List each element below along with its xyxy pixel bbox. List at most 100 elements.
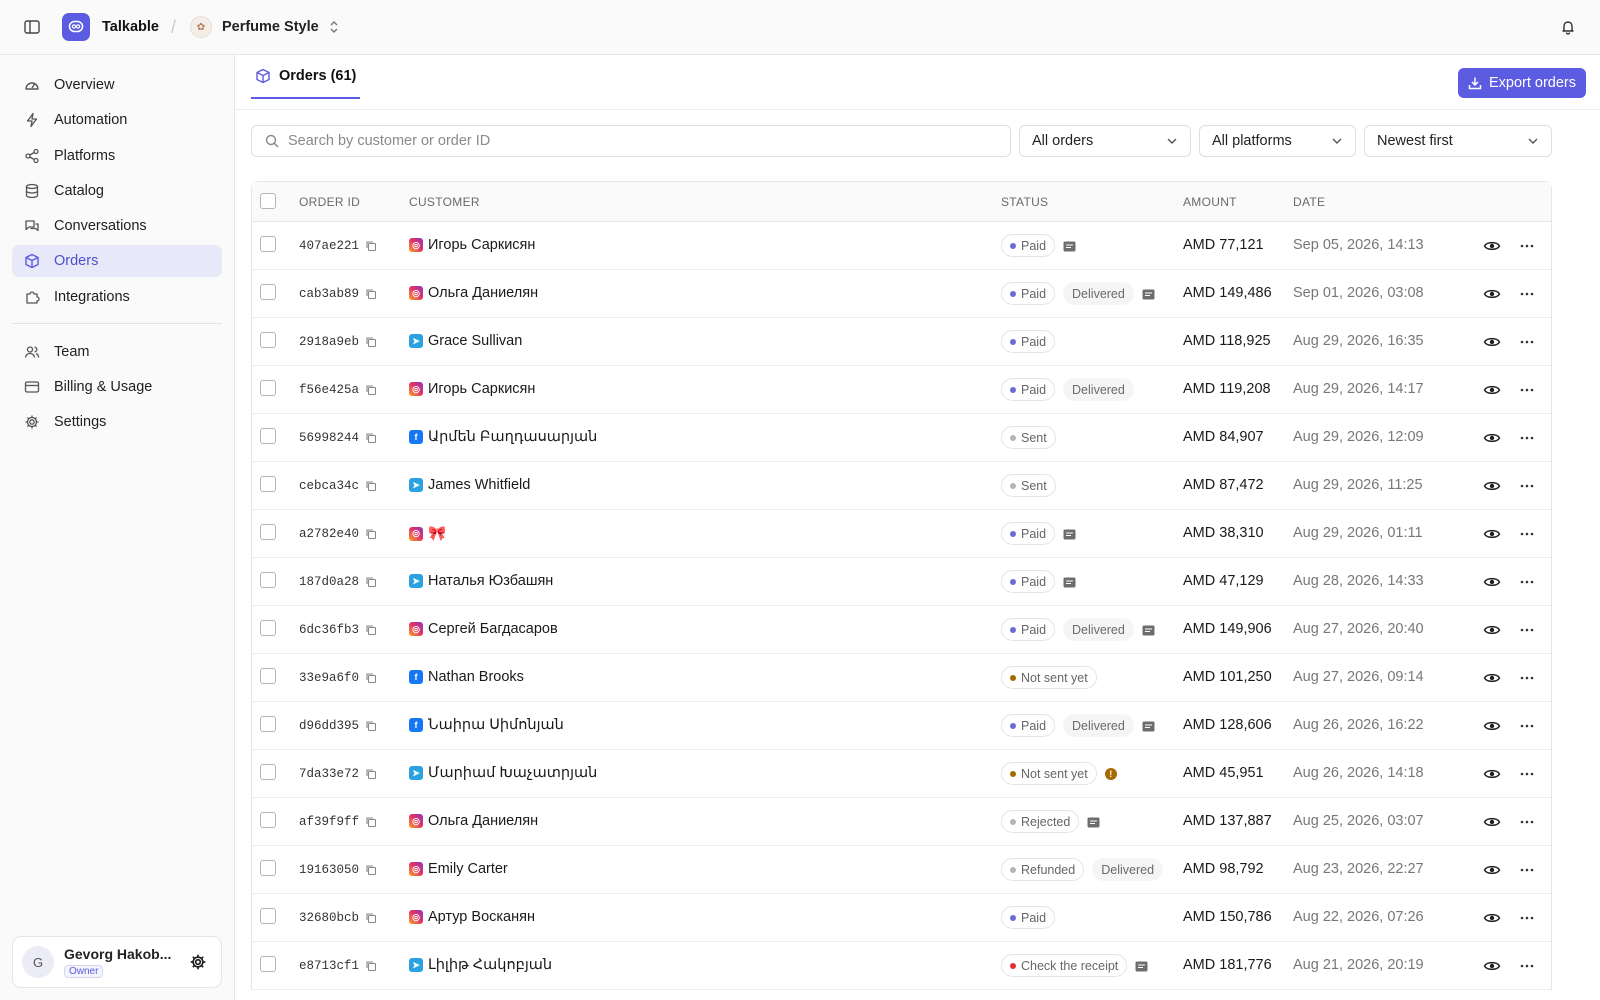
sidebar-item-billing[interactable]: Billing & Usage	[12, 371, 222, 403]
column-header-order-id[interactable]: ORDER ID	[299, 195, 360, 209]
table-row[interactable]: 7da33e72 ➤ Մարիամ Խաչատրյան Not sent yet…	[252, 750, 1551, 798]
bell-icon[interactable]	[1558, 17, 1578, 37]
more-options-icon[interactable]	[1519, 286, 1535, 302]
store-switcher-chevrons-icon[interactable]	[329, 19, 339, 35]
column-header-customer[interactable]: CUSTOMER	[409, 195, 480, 209]
table-row[interactable]: 187d0a28 ➤ Наталья Юзбашян Paid AMD 47,1…	[252, 558, 1551, 606]
eye-icon[interactable]	[1483, 958, 1501, 974]
sidebar-item-platforms[interactable]: Platforms	[12, 140, 222, 172]
copy-icon[interactable]	[365, 672, 377, 684]
table-row[interactable]: d96dd395 f Նաիրա Սիմոնյան Paid Delivered…	[252, 702, 1551, 750]
table-row[interactable]: e8713cf1 ➤ Լիլիթ Հակոբյան Check the rece…	[252, 942, 1551, 990]
copy-icon[interactable]	[365, 480, 377, 492]
row-checkbox[interactable]	[260, 620, 276, 636]
eye-icon[interactable]	[1483, 382, 1501, 398]
row-checkbox[interactable]	[260, 428, 276, 444]
eye-icon[interactable]	[1483, 478, 1501, 494]
more-options-icon[interactable]	[1519, 334, 1535, 350]
eye-icon[interactable]	[1483, 238, 1501, 254]
eye-icon[interactable]	[1483, 862, 1501, 878]
column-header-date[interactable]: DATE	[1293, 195, 1325, 209]
row-checkbox[interactable]	[260, 524, 276, 540]
select-all-checkbox[interactable]	[260, 193, 276, 209]
more-options-icon[interactable]	[1519, 238, 1535, 254]
more-options-icon[interactable]	[1519, 622, 1535, 638]
sidebar-item-overview[interactable]: Overview	[12, 69, 222, 101]
eye-icon[interactable]	[1483, 622, 1501, 638]
table-row[interactable]: 32680bcb ◎ Артур Восканян Paid AMD 150,7…	[252, 894, 1551, 942]
eye-icon[interactable]	[1483, 670, 1501, 686]
sidebar-item-team[interactable]: Team	[12, 336, 222, 368]
copy-icon[interactable]	[365, 960, 377, 972]
note-icon[interactable]	[1087, 816, 1100, 828]
copy-icon[interactable]	[365, 912, 377, 924]
eye-icon[interactable]	[1483, 718, 1501, 734]
sidebar-item-conversations[interactable]: Conversations	[12, 210, 222, 242]
copy-icon[interactable]	[365, 720, 377, 732]
store-name[interactable]: Perfume Style	[222, 19, 319, 35]
eye-icon[interactable]	[1483, 286, 1501, 302]
more-options-icon[interactable]	[1519, 670, 1535, 686]
table-row[interactable]: 407ae221 ◎ Игорь Саркисян Paid AMD 77,12…	[252, 222, 1551, 270]
table-row[interactable]: af39f9ff ◎ Ольга Даниелян Rejected AMD 1…	[252, 798, 1551, 846]
note-icon[interactable]	[1063, 576, 1076, 588]
copy-icon[interactable]	[365, 288, 377, 300]
note-icon[interactable]	[1142, 288, 1155, 300]
table-row[interactable]: 6dc36fb3 ◎ Сергей Багдасаров Paid Delive…	[252, 606, 1551, 654]
row-checkbox[interactable]	[260, 380, 276, 396]
eye-icon[interactable]	[1483, 766, 1501, 782]
tab-orders[interactable]: Orders (61)	[251, 55, 361, 99]
sidebar-item-integrations[interactable]: Integrations	[12, 281, 222, 313]
more-options-icon[interactable]	[1519, 574, 1535, 590]
more-options-icon[interactable]	[1519, 814, 1535, 830]
more-options-icon[interactable]	[1519, 958, 1535, 974]
more-options-icon[interactable]	[1519, 382, 1535, 398]
copy-icon[interactable]	[365, 816, 377, 828]
platform-filter-select[interactable]: All platforms	[1199, 125, 1356, 157]
note-icon[interactable]	[1063, 528, 1076, 540]
more-options-icon[interactable]	[1519, 478, 1535, 494]
table-row[interactable]: cebca34c ➤ James Whitfield Sent AMD 87,4…	[252, 462, 1551, 510]
table-row[interactable]: 56998244 f Արմեն Բաղդասարյան Sent AMD 84…	[252, 414, 1551, 462]
row-checkbox[interactable]	[260, 236, 276, 252]
row-checkbox[interactable]	[260, 764, 276, 780]
row-checkbox[interactable]	[260, 956, 276, 972]
row-checkbox[interactable]	[260, 908, 276, 924]
search-input[interactable]	[288, 133, 988, 149]
copy-icon[interactable]	[365, 576, 377, 588]
row-checkbox[interactable]	[260, 860, 276, 876]
note-icon[interactable]	[1142, 624, 1155, 636]
copy-icon[interactable]	[365, 624, 377, 636]
row-checkbox[interactable]	[260, 572, 276, 588]
sidebar-item-settings[interactable]: Settings	[12, 406, 222, 438]
user-card[interactable]: G Gevorg Hakob... Owner	[12, 936, 222, 988]
row-checkbox[interactable]	[260, 332, 276, 348]
status-filter-select[interactable]: All orders	[1019, 125, 1191, 157]
sidebar-item-orders[interactable]: Orders	[12, 245, 222, 278]
copy-icon[interactable]	[365, 432, 377, 444]
copy-icon[interactable]	[365, 528, 377, 540]
more-options-icon[interactable]	[1519, 526, 1535, 542]
sidebar-toggle-icon[interactable]	[22, 17, 42, 37]
copy-icon[interactable]	[365, 864, 377, 876]
more-options-icon[interactable]	[1519, 430, 1535, 446]
row-checkbox[interactable]	[260, 284, 276, 300]
copy-icon[interactable]	[365, 336, 377, 348]
copy-icon[interactable]	[365, 384, 377, 396]
eye-icon[interactable]	[1483, 910, 1501, 926]
row-checkbox[interactable]	[260, 812, 276, 828]
export-orders-button[interactable]: Export orders	[1458, 68, 1586, 98]
note-icon[interactable]	[1063, 240, 1076, 252]
sort-select[interactable]: Newest first	[1364, 125, 1552, 157]
table-row[interactable]: cab3ab89 ◎ Ольга Даниелян Paid Delivered…	[252, 270, 1551, 318]
user-settings-gear-icon[interactable]	[189, 953, 207, 971]
column-header-status[interactable]: STATUS	[1001, 195, 1048, 209]
note-icon[interactable]	[1142, 720, 1155, 732]
table-row[interactable]: 19163050 ◎ Emily Carter Refunded Deliver…	[252, 846, 1551, 894]
row-checkbox[interactable]	[260, 476, 276, 492]
more-options-icon[interactable]	[1519, 718, 1535, 734]
warning-icon[interactable]: !	[1104, 767, 1117, 780]
sidebar-item-catalog[interactable]: Catalog	[12, 175, 222, 207]
eye-icon[interactable]	[1483, 430, 1501, 446]
column-header-amount[interactable]: AMOUNT	[1183, 195, 1237, 209]
